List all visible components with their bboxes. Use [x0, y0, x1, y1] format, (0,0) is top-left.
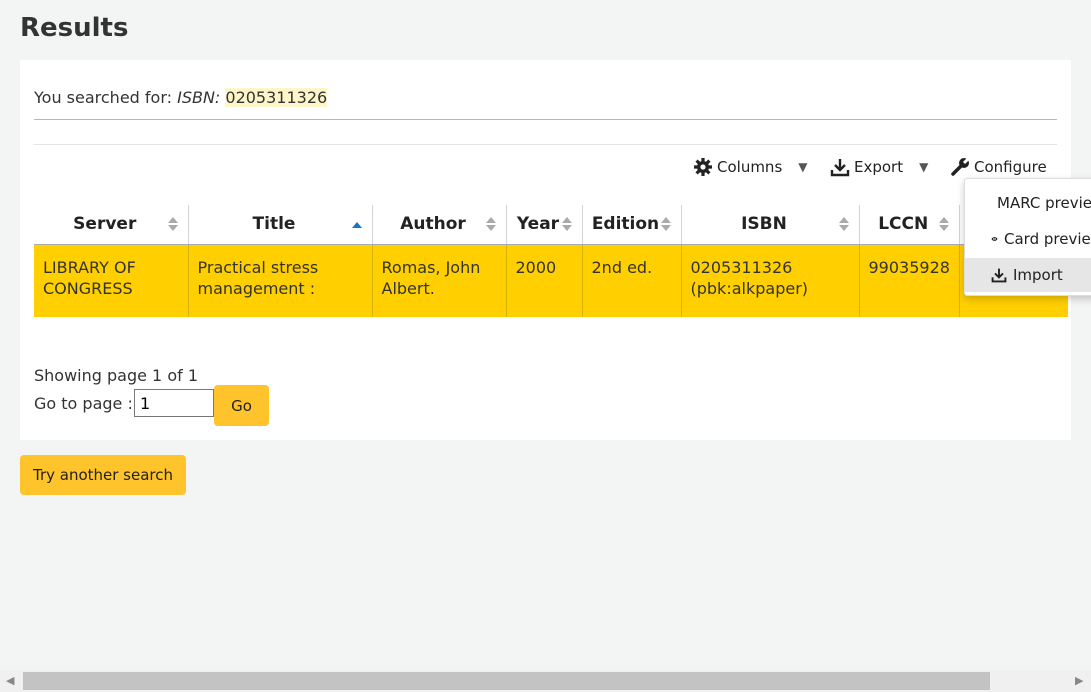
- page-number-input[interactable]: [134, 389, 214, 417]
- cell-author: Romas, John Albert.: [372, 244, 507, 317]
- search-summary-prefix: You searched for:: [34, 88, 178, 107]
- gear-icon: [694, 158, 712, 176]
- cell-edition: 2nd ed.: [582, 244, 682, 317]
- sort-icon: [167, 217, 178, 231]
- menu-item-import[interactable]: Import: [965, 258, 1091, 292]
- download-icon: [991, 268, 1007, 283]
- sort-icon: [660, 217, 671, 231]
- wrench-icon: [951, 157, 970, 176]
- columns-label: Columns: [717, 158, 783, 176]
- page-title: Results: [20, 13, 129, 43]
- export-label: Export: [854, 158, 904, 176]
- menu-item-marc-preview[interactable]: MARC preview: [965, 186, 1091, 220]
- cell-year: 2000: [506, 244, 583, 317]
- divider: [34, 119, 1057, 120]
- table-row: LIBRARY OF CONGRESS Practical stress man…: [34, 244, 1069, 317]
- eye-icon: [991, 237, 998, 241]
- configure-button[interactable]: Configure: [950, 157, 1047, 177]
- row-actions-menu: MARC preview Card preview Import: [964, 178, 1091, 296]
- search-term-label: ISBN:: [177, 88, 226, 107]
- scroll-left-icon[interactable]: ◀: [6, 674, 14, 687]
- caret-down-icon: ▼: [919, 160, 929, 174]
- pagination-status: Showing page 1 of 1: [34, 366, 198, 385]
- search-term-value: 0205311326: [225, 88, 328, 107]
- sort-icon: [561, 217, 572, 231]
- search-summary: You searched for: ISBN: 0205311326: [34, 88, 328, 107]
- column-header-year[interactable]: Year: [506, 205, 583, 245]
- configure-label: Configure: [974, 158, 1047, 176]
- sort-icon: [838, 217, 849, 231]
- cell-isbn: 0205311326 (pbk:alkpaper): [681, 244, 860, 317]
- export-button[interactable]: Export ▼: [830, 157, 928, 177]
- column-header-title[interactable]: Title: [188, 205, 373, 245]
- go-button[interactable]: Go: [214, 385, 269, 426]
- columns-button[interactable]: Columns ▼: [693, 157, 808, 177]
- column-header-isbn[interactable]: ISBN: [681, 205, 860, 245]
- try-another-search-button[interactable]: Try another search: [20, 455, 186, 495]
- sort-icon: [938, 217, 949, 231]
- cell-lccn: 99035928: [859, 244, 960, 317]
- cell-title: Practical stress management :: [188, 244, 373, 317]
- results-table: Server Title Author Year Edition ISBN LC…: [34, 205, 1069, 317]
- results-panel: You searched for: ISBN: 0205311326 Colum…: [20, 60, 1071, 440]
- scrollbar-thumb[interactable]: [23, 672, 990, 690]
- horizontal-scrollbar[interactable]: ◀ ▶: [0, 670, 1091, 692]
- sort-ascending-icon: [351, 222, 362, 228]
- column-header-edition[interactable]: Edition: [582, 205, 682, 245]
- column-header-author[interactable]: Author: [372, 205, 507, 245]
- divider: [34, 144, 1057, 145]
- scroll-right-icon[interactable]: ▶: [1075, 674, 1083, 687]
- cell-server: LIBRARY OF CONGRESS: [34, 244, 189, 317]
- sort-icon: [485, 217, 496, 231]
- column-header-lccn[interactable]: LCCN: [859, 205, 960, 245]
- menu-item-card-preview[interactable]: Card preview: [965, 222, 1091, 256]
- goto-page-label: Go to page :: [34, 394, 133, 413]
- caret-down-icon: ▼: [798, 160, 808, 174]
- column-header-server[interactable]: Server: [34, 205, 189, 245]
- table-header-row: Server Title Author Year Edition ISBN LC…: [34, 205, 1069, 245]
- download-icon: [830, 159, 850, 177]
